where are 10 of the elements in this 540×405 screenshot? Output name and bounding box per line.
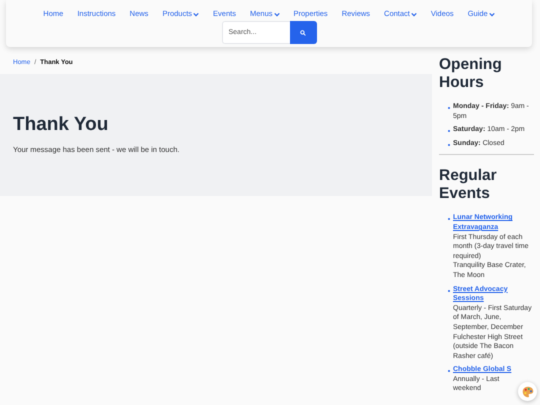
caret-icon bbox=[488, 12, 495, 17]
sidebar-heading: Opening Hours bbox=[439, 56, 503, 92]
palette-icon bbox=[522, 386, 534, 398]
caret-icon bbox=[274, 12, 280, 17]
caret-icon bbox=[193, 12, 200, 17]
page-title: Thank You bbox=[13, 114, 110, 136]
search-icon bbox=[300, 30, 306, 36]
sidebar-heading: Regular Events bbox=[439, 167, 498, 204]
caret-icon bbox=[410, 12, 417, 17]
search-button[interactable] bbox=[290, 21, 316, 44]
